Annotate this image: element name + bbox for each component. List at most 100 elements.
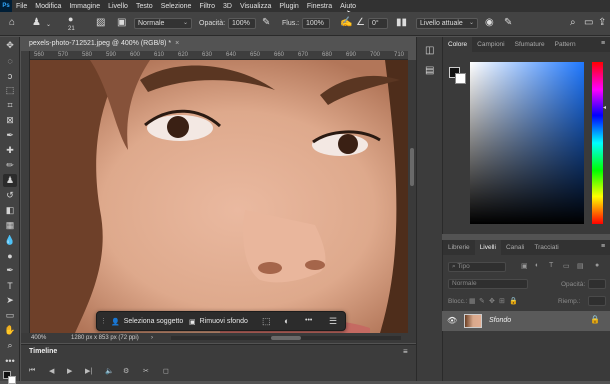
play-icon[interactable]: ▶ bbox=[67, 367, 72, 375]
hue-slider[interactable] bbox=[592, 62, 603, 224]
ignore-adjustment-icon[interactable]: ◉ bbox=[485, 18, 494, 28]
color-picker-field[interactable] bbox=[470, 62, 584, 224]
layer-name[interactable]: Sfondo bbox=[489, 317, 511, 324]
tab-color[interactable]: Colore bbox=[443, 37, 473, 52]
document-canvas[interactable] bbox=[30, 60, 408, 333]
hue-slider-handle-icon[interactable]: ◂ bbox=[603, 104, 606, 111]
scrollbar-thumb[interactable] bbox=[410, 148, 414, 186]
document-tab[interactable]: pexels-photo-712521.jpeg @ 400% (RGB/8) … bbox=[21, 37, 181, 51]
filter-toggle-icon[interactable]: ● bbox=[595, 262, 599, 269]
type-tool-icon[interactable]: T bbox=[3, 279, 17, 292]
search-icon[interactable]: ⌕ bbox=[570, 18, 576, 28]
menu-layer[interactable]: Livello bbox=[104, 3, 132, 10]
pressure-opacity-icon[interactable]: ✎ bbox=[262, 18, 270, 28]
lock-artboard-icon[interactable]: ⊞ bbox=[499, 297, 505, 305]
drag-handle-icon[interactable]: ⋮ bbox=[100, 317, 107, 325]
frame-tool-icon[interactable]: ⊠ bbox=[3, 114, 17, 127]
opacity-field[interactable]: 100% bbox=[228, 18, 256, 29]
flow-field[interactable]: 100% bbox=[302, 18, 330, 29]
marquee-tool-icon[interactable]: ◌ bbox=[3, 54, 17, 67]
path-select-tool-icon[interactable]: ➤ bbox=[3, 294, 17, 307]
lock-pixels-icon[interactable]: ▦ bbox=[469, 297, 476, 305]
comments-panel-icon[interactable]: ▤ bbox=[425, 65, 434, 76]
menu-select[interactable]: Selezione bbox=[157, 3, 196, 10]
previous-frame-icon[interactable]: ◀ bbox=[49, 367, 54, 375]
filter-shape-icon[interactable]: ▭ bbox=[563, 262, 570, 270]
angle-field[interactable]: 0° bbox=[368, 18, 388, 29]
crop-tool-icon[interactable]: ⌗ bbox=[3, 99, 17, 112]
menu-filter[interactable]: Filtro bbox=[195, 3, 219, 10]
filter-adjustment-icon[interactable]: ◐ bbox=[535, 262, 539, 269]
background-color-chip[interactable] bbox=[455, 73, 466, 84]
clone-source-icon[interactable]: ▣ bbox=[117, 18, 126, 28]
layer-opacity-field[interactable] bbox=[588, 279, 606, 289]
adjustment-icon[interactable]: ◐ bbox=[284, 316, 289, 326]
timeline-title[interactable]: Timeline bbox=[29, 348, 57, 355]
chevron-down-icon[interactable]: ⌄ bbox=[46, 20, 51, 30]
horizontal-scrollbar[interactable] bbox=[171, 336, 401, 340]
filter-pixel-icon[interactable]: ▣ bbox=[521, 262, 528, 270]
chevron-right-icon[interactable]: › bbox=[151, 335, 153, 341]
history-brush-tool-icon[interactable]: ↺ bbox=[3, 189, 17, 202]
panel-menu-icon[interactable]: ≡ bbox=[403, 347, 408, 356]
next-frame-icon[interactable]: ▶| bbox=[85, 367, 92, 375]
pen-tool-icon[interactable]: ✒ bbox=[3, 264, 17, 277]
eyedropper-tool-icon[interactable]: ✒ bbox=[3, 129, 17, 142]
brush-tool-icon[interactable]: ✏ bbox=[3, 159, 17, 172]
healing-brush-tool-icon[interactable]: ✚ bbox=[3, 144, 17, 157]
settings-sliders-icon[interactable]: ☰ bbox=[329, 316, 337, 327]
blur-tool-icon[interactable]: 💧 bbox=[3, 234, 17, 247]
tab-gradients[interactable]: Sfumature bbox=[510, 37, 550, 52]
tab-channels[interactable]: Canali bbox=[501, 240, 529, 255]
filter-smart-icon[interactable]: ▤ bbox=[577, 262, 584, 270]
lock-paint-icon[interactable]: ✎ bbox=[479, 297, 485, 305]
select-subject-button[interactable]: 👤 Seleziona soggetto bbox=[107, 315, 187, 328]
filter-type-icon[interactable]: T bbox=[549, 262, 553, 269]
brush-preset-icon[interactable]: ● bbox=[68, 14, 73, 24]
background-color-swatch[interactable] bbox=[8, 376, 16, 384]
hand-tool-icon[interactable]: ✋ bbox=[3, 324, 17, 337]
airbrush-icon[interactable]: ✍ bbox=[340, 18, 352, 28]
object-select-tool-icon[interactable]: ⬚ bbox=[3, 84, 17, 97]
workspace-icon[interactable]: ▭ bbox=[584, 18, 593, 28]
menu-plugin[interactable]: Plugin bbox=[275, 3, 302, 10]
scrollbar-thumb[interactable] bbox=[271, 336, 301, 340]
mode-select[interactable]: Normale ⌄ bbox=[134, 18, 192, 29]
dodge-tool-icon[interactable]: ● bbox=[3, 249, 17, 262]
transition-icon[interactable]: ◻ bbox=[163, 367, 169, 375]
menu-view[interactable]: Visualizza bbox=[236, 3, 275, 10]
menu-window[interactable]: Finestra bbox=[303, 3, 336, 10]
pressure-size-icon[interactable]: ✎ bbox=[504, 18, 512, 28]
lock-all-icon[interactable]: 🔒 bbox=[509, 297, 518, 305]
blend-mode-select[interactable]: Normale bbox=[448, 279, 528, 289]
share-icon[interactable]: ⇪ bbox=[598, 18, 606, 28]
tab-swatches[interactable]: Campioni bbox=[472, 37, 509, 52]
first-frame-icon[interactable]: ⏮ bbox=[29, 367, 35, 375]
tab-libraries[interactable]: Librerie bbox=[443, 240, 475, 255]
clone-stamp-tool-icon[interactable]: ♟ bbox=[3, 174, 17, 187]
tab-patterns[interactable]: Pattern bbox=[550, 37, 581, 52]
cut-icon[interactable]: ✂ bbox=[143, 367, 149, 375]
settings-icon[interactable]: ⚙ bbox=[123, 367, 129, 375]
layer-filter-field[interactable]: ⌕ Tipo bbox=[448, 262, 506, 272]
gradient-tool-icon[interactable]: ▦ bbox=[3, 219, 17, 232]
stamp-tool-icon[interactable]: ♟ bbox=[32, 18, 41, 28]
remove-background-button[interactable]: ▣ Rimuovi sfondo bbox=[185, 315, 252, 328]
panel-menu-icon[interactable]: ≡ bbox=[601, 243, 605, 250]
tab-paths[interactable]: Tracciati bbox=[529, 240, 563, 255]
menu-type[interactable]: Testo bbox=[132, 3, 157, 10]
more-tools-icon[interactable]: ••• bbox=[3, 354, 17, 367]
sample-select[interactable]: Livello attuale ⌄ bbox=[416, 18, 478, 29]
menu-3d[interactable]: 3D bbox=[219, 3, 236, 10]
aligned-icon[interactable]: ▮▮ bbox=[396, 18, 407, 28]
tab-layers[interactable]: Livelli bbox=[474, 240, 501, 255]
move-tool-icon[interactable]: ✥ bbox=[3, 39, 17, 52]
fill-field[interactable] bbox=[588, 296, 606, 306]
vertical-scrollbar[interactable] bbox=[408, 60, 416, 333]
audio-icon[interactable]: 🔈 bbox=[105, 367, 114, 375]
brush-settings-icon[interactable]: ▨ bbox=[96, 18, 105, 28]
home-icon[interactable]: ⌂ bbox=[9, 18, 15, 28]
more-options-button[interactable]: ••• bbox=[305, 317, 312, 324]
lasso-tool-icon[interactable]: ↄ bbox=[3, 69, 17, 82]
history-panel-icon[interactable]: ◫ bbox=[425, 45, 434, 56]
